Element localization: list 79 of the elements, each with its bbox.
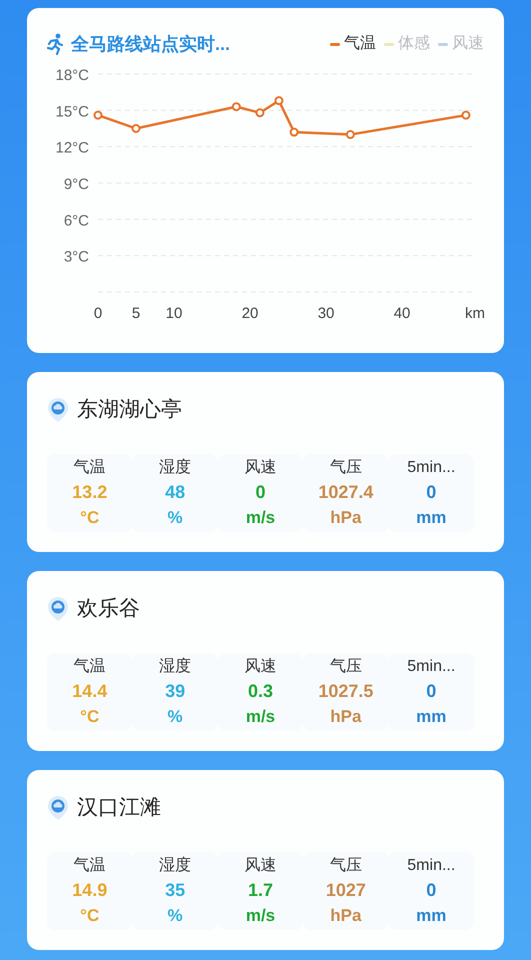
metric-value: 0 [426, 878, 436, 902]
metric-label: 气温 [74, 458, 106, 478]
x-axis-label: 5 [132, 305, 140, 322]
metric-unit: °C [80, 904, 100, 926]
metric-value: 14.9 [72, 878, 108, 902]
metric-unit: hPa [330, 904, 362, 926]
x-axis-label: 30 [318, 305, 334, 322]
metric-value: 39 [165, 680, 186, 702]
data-point [461, 110, 470, 120]
data-point [274, 96, 284, 106]
metric-unit: m/s [246, 706, 276, 728]
metric-label: 风速 [244, 656, 276, 676]
metric-label: 湿度 [159, 458, 192, 478]
chart-title: 全马路线站点实时... [71, 32, 230, 56]
y-axis-label: 12°C [55, 140, 89, 157]
legend-item[interactable]: 气温 [330, 32, 376, 56]
y-axis-label: 9°C [64, 176, 89, 193]
metric-unit: °C [80, 706, 100, 728]
location-pin-icon [47, 794, 69, 821]
metric-value: 1027 [326, 878, 366, 902]
x-axis-label: 20 [242, 305, 258, 322]
metric-value: 1027.5 [318, 680, 374, 702]
metric-label: 5min... [407, 856, 456, 876]
x-axis-label: 10 [166, 305, 182, 322]
metric-value: 1.7 [248, 878, 273, 902]
metric-value: 35 [165, 878, 186, 902]
x-axis-label: 40 [394, 305, 410, 322]
x-axis-unit: km [465, 305, 485, 322]
metric-unit: m/s [246, 904, 276, 926]
data-point [232, 102, 241, 112]
metric-unit: % [168, 706, 183, 728]
station-name: 东湖湖心亭 [77, 397, 182, 423]
metric-value: 0 [426, 680, 436, 702]
legend-item[interactable]: 风速 [438, 32, 484, 56]
metric-value: 48 [165, 480, 186, 504]
metric-label: 气压 [330, 458, 362, 478]
metric-unit: hPa [330, 506, 362, 528]
legend-swatch [438, 42, 448, 46]
metric-value: 1027.4 [318, 480, 374, 504]
y-axis-label: 3°C [64, 248, 89, 266]
metric-label: 气压 [330, 656, 362, 676]
metric-label: 湿度 [159, 856, 192, 876]
metric-value: 0 [426, 480, 436, 504]
metric-label: 风速 [244, 458, 276, 478]
metric-unit: % [168, 904, 183, 926]
station-name: 汉口江滩 [77, 795, 161, 821]
station-name: 欢乐谷 [77, 596, 140, 622]
metric-unit: mm [416, 506, 446, 528]
metric-value: 13.2 [72, 480, 108, 504]
location-pin-icon [47, 396, 69, 423]
data-point [255, 108, 264, 118]
metric-unit: hPa [330, 706, 362, 728]
metric-label: 气温 [74, 656, 106, 676]
location-pin-icon [47, 596, 69, 622]
metric-label: 气温 [74, 856, 106, 876]
metric-value: 0 [255, 480, 266, 504]
y-axis-label: 18°C [55, 67, 89, 84]
metric-unit: % [168, 506, 183, 528]
data-point [346, 130, 355, 140]
data-point [94, 110, 102, 120]
runner-icon [47, 33, 63, 55]
metric-unit: °C [80, 506, 100, 528]
legend-swatch [384, 42, 394, 46]
data-point [290, 128, 299, 137]
metric-label: 风速 [244, 856, 276, 876]
metric-value: 0.3 [248, 680, 273, 702]
y-axis-label: 6°C [64, 212, 89, 230]
x-axis-label: 0 [94, 305, 102, 322]
metric-label: 湿度 [159, 656, 192, 676]
metric-value: 14.4 [72, 680, 108, 702]
metric-unit: mm [416, 706, 446, 728]
metric-unit: mm [416, 904, 446, 926]
metric-label: 气压 [330, 856, 362, 876]
metric-unit: m/s [246, 506, 276, 528]
y-axis-label: 15°C [55, 103, 89, 120]
metric-label: 5min... [407, 656, 456, 676]
data-point [132, 124, 140, 133]
legend-item[interactable]: 体感 [384, 32, 430, 56]
metric-label: 5min... [407, 458, 456, 478]
